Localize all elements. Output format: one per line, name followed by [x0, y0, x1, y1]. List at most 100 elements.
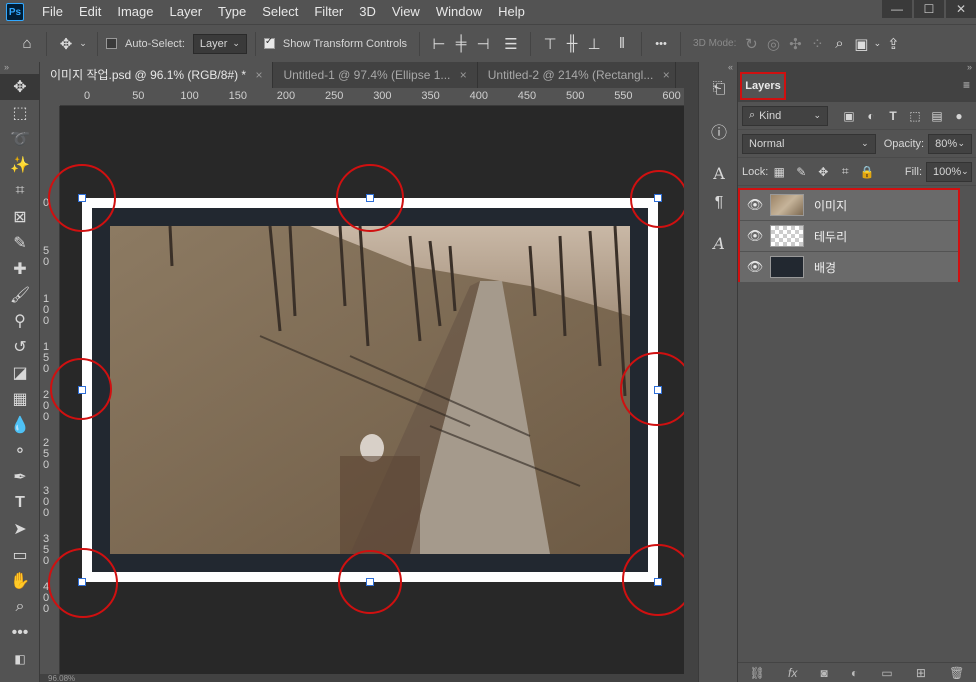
orbit-3d-icon[interactable]: ↻ — [740, 33, 762, 55]
info-panel-icon[interactable]: ⓘ — [699, 116, 739, 146]
minimize-button[interactable]: — — [882, 0, 912, 18]
eraser-tool-icon[interactable]: ◪ — [0, 360, 40, 386]
layer-row-border[interactable]: 👁 테두리 — [740, 221, 958, 252]
filter-shape-icon[interactable]: ⬚ — [904, 109, 926, 123]
tab-layers[interactable]: Layers — [740, 72, 786, 100]
lasso-tool-icon[interactable]: ➰ — [0, 126, 40, 152]
share-icon[interactable]: ⇪ — [882, 33, 904, 55]
filter-pixel-icon[interactable]: ▣ — [838, 109, 860, 123]
layer-style-icon[interactable]: fx — [788, 666, 797, 680]
fill-input[interactable]: 100% ⌄ — [926, 161, 972, 182]
collapse-arrows-icon[interactable]: « — [699, 62, 737, 74]
opacity-input[interactable]: 80% ⌄ — [928, 133, 972, 154]
zoom-tool-icon[interactable]: ⌕ — [0, 594, 40, 620]
frame-tool-icon[interactable]: ⊠ — [0, 204, 40, 230]
blend-mode-dropdown[interactable]: Normal ⌄ — [742, 133, 876, 154]
filter-kind-dropdown[interactable]: ⌕ Kind ⌄ — [742, 105, 828, 126]
park-path-photo[interactable] — [110, 226, 630, 554]
marquee-tool-icon[interactable]: ⬚ — [0, 100, 40, 126]
align-left-icon[interactable]: ⊢ — [428, 33, 450, 55]
menu-edit[interactable]: Edit — [71, 0, 109, 24]
glyphs-panel-icon[interactable]: A — [699, 228, 739, 258]
filter-toggle-icon[interactable]: ● — [948, 109, 970, 123]
add-mask-icon[interactable]: ◙ — [821, 666, 828, 680]
collapse-arrows-icon[interactable]: » — [738, 62, 976, 72]
eyedropper-tool-icon[interactable]: ✎ — [0, 230, 40, 256]
menu-select[interactable]: Select — [254, 0, 306, 24]
menu-layer[interactable]: Layer — [162, 0, 211, 24]
lock-artboard-icon[interactable]: ⌗ — [834, 164, 856, 179]
align-right-icon[interactable]: ⊣ — [472, 33, 494, 55]
pan-3d-icon[interactable]: ✣ — [784, 33, 806, 55]
filter-type-icon[interactable]: T — [882, 109, 904, 123]
path-selection-tool-icon[interactable]: ➤ — [0, 516, 40, 542]
link-layers-icon[interactable]: ⛓ — [750, 666, 765, 680]
edit-toolbar-icon[interactable]: ••• — [0, 620, 40, 646]
layer-row-image[interactable]: 👁 이미지 — [740, 190, 958, 221]
align-middle-v-icon[interactable]: ╫ — [561, 33, 583, 55]
menu-filter[interactable]: Filter — [306, 0, 351, 24]
layer-row-background[interactable]: 👁 배경 — [740, 252, 958, 283]
move-tool-icon[interactable]: ✥ — [0, 74, 40, 100]
auto-select-target-dropdown[interactable]: Layer ⌄ — [192, 33, 247, 54]
healing-brush-tool-icon[interactable]: ✚ — [0, 256, 40, 282]
dodge-tool-icon[interactable]: ⚬ — [0, 438, 40, 464]
lock-image-icon[interactable]: ✎ — [790, 165, 812, 179]
distribute-vertical-icon[interactable]: ‖ — [611, 33, 633, 55]
new-layer-icon[interactable]: ⊞ — [916, 666, 926, 680]
color-swatches-icon[interactable]: ◧ — [0, 646, 40, 672]
visibility-eye-icon[interactable]: 👁 — [740, 197, 770, 213]
menu-help[interactable]: Help — [490, 0, 533, 24]
close-icon[interactable]: × — [663, 68, 670, 82]
menu-file[interactable]: File — [34, 0, 71, 24]
vertical-scrollbar[interactable] — [684, 88, 698, 682]
close-icon[interactable]: × — [255, 68, 262, 82]
chevron-down-icon[interactable]: ⌄ — [872, 33, 882, 55]
menu-3d[interactable]: 3D — [351, 0, 384, 24]
close-window-button[interactable]: ✕ — [946, 0, 976, 18]
distribute-icon[interactable]: ☰ — [500, 33, 522, 55]
tab-document-3[interactable]: Untitled-2 @ 214% (Rectangl... × — [478, 62, 676, 88]
align-top-icon[interactable]: ⊤ — [539, 33, 561, 55]
workspace-icon[interactable]: ▣ — [850, 33, 872, 55]
magic-wand-tool-icon[interactable]: ✨ — [0, 152, 40, 178]
delete-layer-icon[interactable]: 🗑 — [949, 666, 964, 680]
visibility-eye-icon[interactable]: 👁 — [740, 259, 770, 275]
align-center-h-icon[interactable]: ╪ — [450, 33, 472, 55]
horizontal-ruler[interactable]: 0 50 100 150 200 250 300 350 400 450 500 550 600 — [60, 88, 684, 106]
pen-tool-icon[interactable]: ✒ — [0, 464, 40, 490]
lock-transparent-icon[interactable]: ▦ — [768, 165, 790, 179]
rectangle-tool-icon[interactable]: ▭ — [0, 542, 40, 568]
hand-tool-icon[interactable]: ✋ — [0, 568, 40, 594]
brush-tool-icon[interactable]: 🖌 — [0, 282, 40, 308]
clone-stamp-tool-icon[interactable]: ⚲ — [0, 308, 40, 334]
paragraph-panel-icon[interactable]: ¶ — [699, 188, 739, 218]
crop-tool-icon[interactable]: ⌗ — [0, 178, 40, 204]
new-group-icon[interactable]: ▭ — [881, 666, 892, 680]
character-panel-icon[interactable]: A — [699, 158, 739, 188]
tab-document-1[interactable]: 이미지 작업.psd @ 96.1% (RGB/8#) * × — [40, 62, 274, 88]
align-bottom-icon[interactable]: ⊥ — [583, 33, 605, 55]
collapse-arrows-icon[interactable]: » — [0, 62, 39, 74]
search-icon[interactable]: ⌕ — [828, 33, 850, 55]
lock-position-icon[interactable]: ✥ — [812, 165, 834, 179]
move-tool-icon[interactable]: ✥ — [55, 33, 77, 55]
type-tool-icon[interactable]: T — [0, 490, 40, 516]
chevron-down-icon[interactable]: ⌄ — [77, 33, 89, 55]
auto-select-checkbox[interactable] — [106, 38, 117, 49]
menu-type[interactable]: Type — [210, 0, 254, 24]
history-brush-tool-icon[interactable]: ↺ — [0, 334, 40, 360]
lock-all-icon[interactable]: 🔒 — [856, 165, 878, 179]
show-transform-checkbox[interactable] — [263, 36, 275, 49]
menu-image[interactable]: Image — [109, 0, 161, 24]
gradient-tool-icon[interactable]: ▦ — [0, 386, 40, 412]
menu-window[interactable]: Window — [428, 0, 490, 24]
adjustment-layer-icon[interactable]: ◐ — [851, 666, 858, 680]
roll-3d-icon[interactable]: ◎ — [762, 33, 784, 55]
tab-document-2[interactable]: Untitled-1 @ 97.4% (Ellipse 1... × — [273, 62, 478, 88]
slide-3d-icon[interactable]: ⁘ — [806, 33, 828, 55]
restore-button[interactable]: ☐ — [914, 0, 944, 18]
history-panel-icon[interactable]: ⎗ — [699, 74, 739, 104]
more-options-icon[interactable]: ••• — [650, 33, 672, 55]
menu-view[interactable]: View — [384, 0, 428, 24]
